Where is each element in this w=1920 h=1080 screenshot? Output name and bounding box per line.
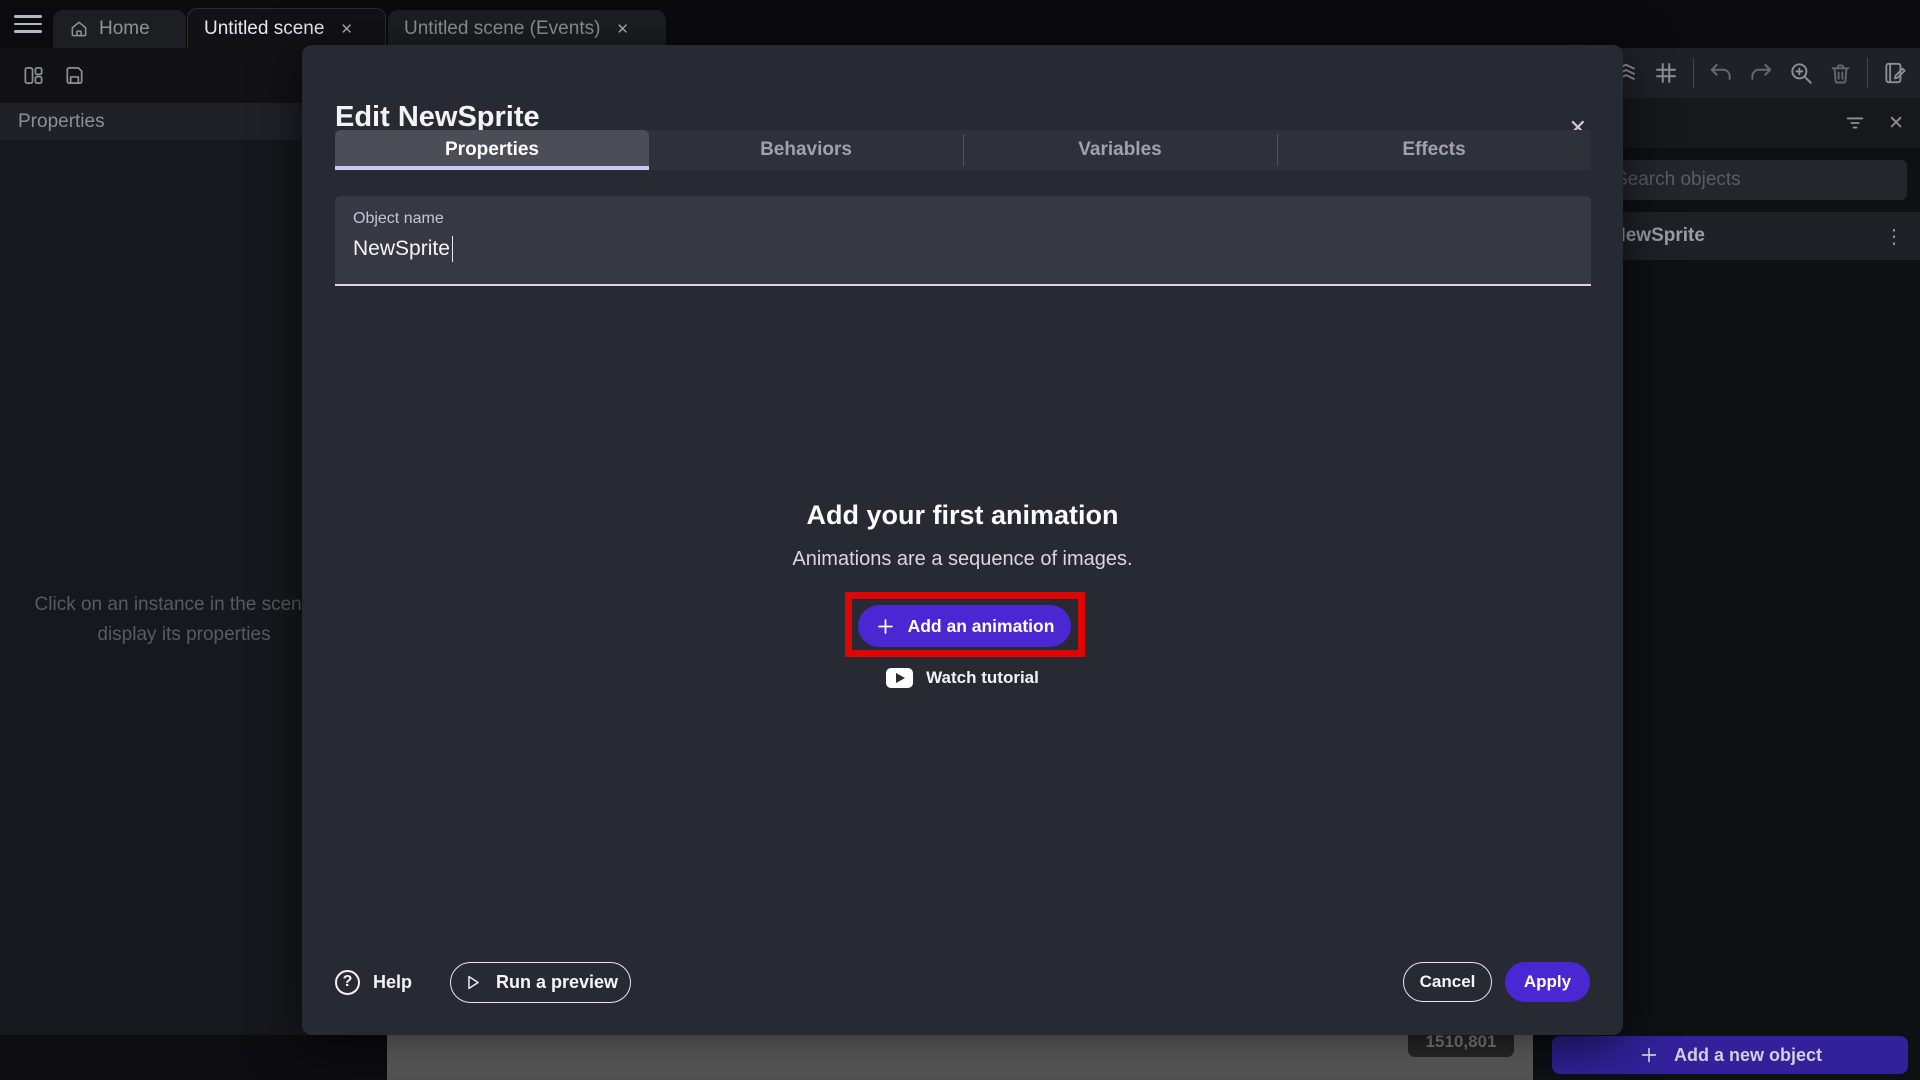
editor-toolbar-left [0, 48, 330, 103]
watch-tutorial-link[interactable]: Watch tutorial [302, 668, 1623, 688]
object-name-field-label: Object name [353, 210, 1573, 228]
tab-untitled-scene-events-label: Untitled scene (Events) [404, 18, 600, 40]
object-list-item[interactable]: NewSprite ⋮ [1596, 212, 1920, 260]
apply-label: Apply [1524, 972, 1571, 992]
add-new-object-button[interactable]: Add a new object [1552, 1036, 1908, 1074]
zoom-in-icon[interactable] [1788, 60, 1814, 86]
question-icon: ? [335, 970, 360, 995]
edit-object-dialog: Edit NewSprite ✕ Properties Behaviors Va… [302, 45, 1623, 1035]
tab-untitled-scene[interactable]: Untitled scene ✕ [187, 8, 386, 48]
layout-panels-icon[interactable] [22, 64, 45, 87]
canvas-edge [0, 1035, 387, 1080]
help-button[interactable]: ? Help [335, 970, 412, 995]
close-icon[interactable]: ✕ [616, 20, 629, 38]
add-new-object-label: Add a new object [1674, 1045, 1822, 1066]
watch-tutorial-label: Watch tutorial [926, 668, 1039, 688]
scene-canvas[interactable] [387, 1035, 1533, 1080]
properties-panel: Properties Click on an instance in the s… [0, 103, 330, 1035]
dialog-tab-bar: Properties Behaviors Variables Effects [335, 130, 1591, 170]
search-objects-input[interactable] [1601, 160, 1907, 200]
cancel-button[interactable]: Cancel [1403, 962, 1492, 1002]
apply-button[interactable]: Apply [1505, 962, 1590, 1002]
close-icon[interactable]: ✕ [340, 20, 353, 38]
close-icon[interactable]: ✕ [1888, 112, 1904, 135]
redo-icon[interactable] [1748, 60, 1774, 86]
text-caret [452, 236, 454, 262]
tab-untitled-scene-label: Untitled scene [204, 18, 324, 40]
undo-icon[interactable] [1708, 60, 1734, 86]
save-icon[interactable] [63, 64, 86, 87]
edit-scene-icon[interactable] [1882, 60, 1908, 86]
youtube-icon [886, 668, 913, 688]
tab-properties[interactable]: Properties [335, 130, 649, 170]
empty-state-subtitle: Animations are a sequence of images. [302, 548, 1623, 571]
home-icon [69, 19, 89, 39]
animations-empty-state: Add your first animation Animations are … [302, 500, 1623, 571]
object-name-value: NewSprite [353, 237, 450, 261]
tab-untitled-scene-events[interactable]: Untitled scene (Events) ✕ [388, 10, 666, 48]
run-preview-button[interactable]: Run a preview [450, 962, 631, 1003]
plus-icon [875, 616, 896, 637]
play-icon [463, 973, 482, 992]
object-name-label: NewSprite [1612, 225, 1705, 247]
grid-icon[interactable] [1653, 60, 1679, 86]
empty-state-heading: Add your first animation [302, 500, 1623, 531]
kebab-menu-icon[interactable]: ⋮ [1878, 224, 1910, 249]
top-tab-bar: Home Untitled scene ✕ Untitled scene (Ev… [0, 0, 1920, 48]
help-label: Help [373, 972, 412, 993]
dialog-footer: ? Help Run a preview Cancel Apply [335, 961, 1590, 1003]
run-preview-label: Run a preview [496, 972, 618, 993]
trash-icon[interactable] [1828, 61, 1853, 86]
toolbar-divider [1867, 58, 1868, 88]
tab-home-label: Home [99, 18, 150, 40]
toolbar-divider [1693, 58, 1694, 88]
object-name-input[interactable]: Object name NewSprite [335, 196, 1591, 286]
menu-icon[interactable] [14, 15, 42, 33]
add-animation-label: Add an animation [908, 616, 1055, 637]
filter-icon[interactable] [1844, 112, 1866, 134]
tab-effects[interactable]: Effects [1277, 130, 1591, 170]
tab-behaviors[interactable]: Behaviors [649, 130, 963, 170]
tab-variables[interactable]: Variables [963, 130, 1277, 170]
tab-home[interactable]: Home [53, 10, 186, 48]
cancel-label: Cancel [1420, 972, 1476, 992]
add-animation-button[interactable]: Add an animation [858, 605, 1071, 647]
properties-panel-title: Properties [0, 103, 330, 140]
plus-icon [1638, 1044, 1660, 1066]
